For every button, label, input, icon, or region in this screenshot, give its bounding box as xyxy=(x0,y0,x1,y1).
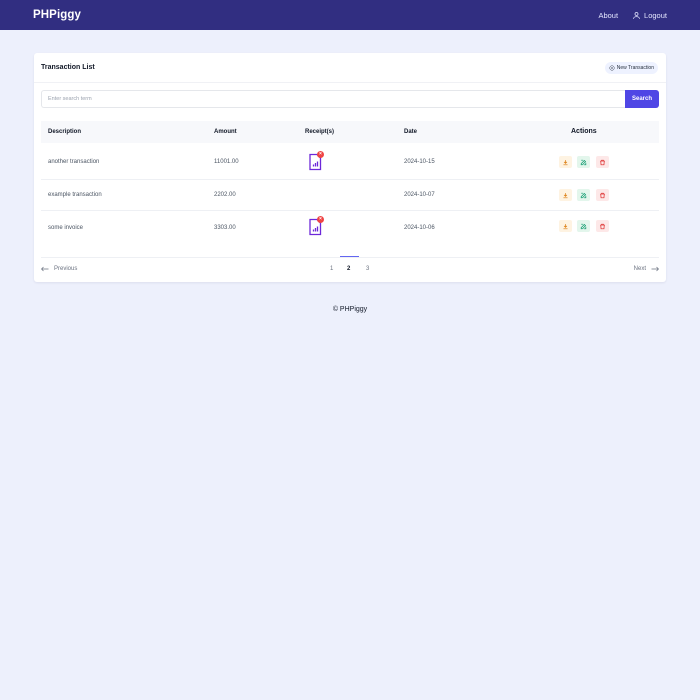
col-amount[interactable]: Amount xyxy=(214,129,237,135)
edit-icon xyxy=(580,159,587,165)
nav-links: About Logout xyxy=(598,11,667,20)
plus-circle-icon xyxy=(609,65,615,71)
download-button[interactable] xyxy=(559,220,572,232)
cell-description: example transaction xyxy=(48,192,102,198)
edit-icon xyxy=(580,192,587,198)
next-page-link[interactable]: Next xyxy=(634,266,659,272)
cell-date: 2024-10-15 xyxy=(404,159,435,165)
trash-icon xyxy=(600,159,605,165)
delete-button[interactable] xyxy=(596,189,609,201)
previous-label: Previous xyxy=(54,266,78,272)
arrow-left-icon xyxy=(41,266,49,272)
top-navbar: PHPiggy About Logout xyxy=(0,0,700,30)
page-link-3[interactable]: 3 xyxy=(366,266,369,272)
user-icon xyxy=(633,11,640,19)
col-actions: Actions xyxy=(571,128,597,135)
previous-page-link[interactable]: Previous xyxy=(41,266,77,272)
nav-about-label: About xyxy=(598,10,619,20)
delete-button[interactable] xyxy=(596,156,609,168)
download-icon xyxy=(563,159,568,165)
cell-amount: 3303.00 xyxy=(214,225,236,231)
footer-copyright: © PHPiggy xyxy=(332,306,368,313)
edit-button[interactable] xyxy=(577,189,590,201)
new-transaction-label: New Transaction xyxy=(616,65,654,71)
col-description[interactable]: Description xyxy=(48,129,81,135)
table-row: example transaction 2202.00 2024-10-07 xyxy=(41,180,659,211)
cell-description: another transaction xyxy=(48,159,100,165)
nav-about-link[interactable]: About xyxy=(598,11,618,20)
trash-icon xyxy=(600,192,605,198)
receipt-file[interactable]: × xyxy=(307,216,324,236)
delete-button[interactable] xyxy=(596,220,609,232)
download-icon xyxy=(563,223,568,229)
search-input[interactable] xyxy=(41,90,626,108)
brand-logo[interactable]: PHPiggy xyxy=(33,9,81,21)
cell-amount: 11001.00 xyxy=(214,159,239,165)
cell-amount: 2202.00 xyxy=(214,192,236,198)
trash-icon xyxy=(600,223,605,229)
cell-date: 2024-10-07 xyxy=(404,192,435,198)
page-link-2[interactable]: 2 xyxy=(347,266,350,272)
current-page-indicator xyxy=(340,256,359,257)
close-badge-icon[interactable]: × xyxy=(317,151,324,158)
download-button[interactable] xyxy=(559,189,572,201)
page-link-1[interactable]: 1 xyxy=(330,266,333,272)
cell-date: 2024-10-06 xyxy=(404,225,435,231)
arrow-right-icon xyxy=(651,266,659,272)
table-row: another transaction 11001.00 × 2024-10-1… xyxy=(41,144,659,180)
edit-button[interactable] xyxy=(577,156,590,168)
pagination-divider xyxy=(41,257,659,258)
divider xyxy=(34,82,666,83)
col-receipts: Receipt(s) xyxy=(305,129,335,135)
col-date[interactable]: Date xyxy=(404,129,417,135)
nav-logout-label: Logout xyxy=(644,10,667,20)
nav-logout-link[interactable]: Logout xyxy=(632,11,667,20)
receipt-file[interactable]: × xyxy=(307,151,324,171)
next-label: Next xyxy=(633,266,646,272)
card-title: Transaction List xyxy=(41,64,95,71)
table-row: some invoice 3303.00 × 2024-10-06 xyxy=(41,211,659,246)
close-badge-icon[interactable]: × xyxy=(317,216,324,223)
download-button[interactable] xyxy=(559,156,572,168)
download-icon xyxy=(563,192,568,198)
cell-description: some invoice xyxy=(48,225,84,231)
new-transaction-button[interactable]: New Transaction xyxy=(604,62,658,74)
search-button[interactable]: Search xyxy=(625,90,659,108)
table-header: Description Amount Receipt(s) Date Actio… xyxy=(41,121,659,143)
transactions-card: Transaction List New Transaction Search … xyxy=(34,53,666,282)
edit-icon xyxy=(580,223,587,229)
edit-button[interactable] xyxy=(577,220,590,232)
